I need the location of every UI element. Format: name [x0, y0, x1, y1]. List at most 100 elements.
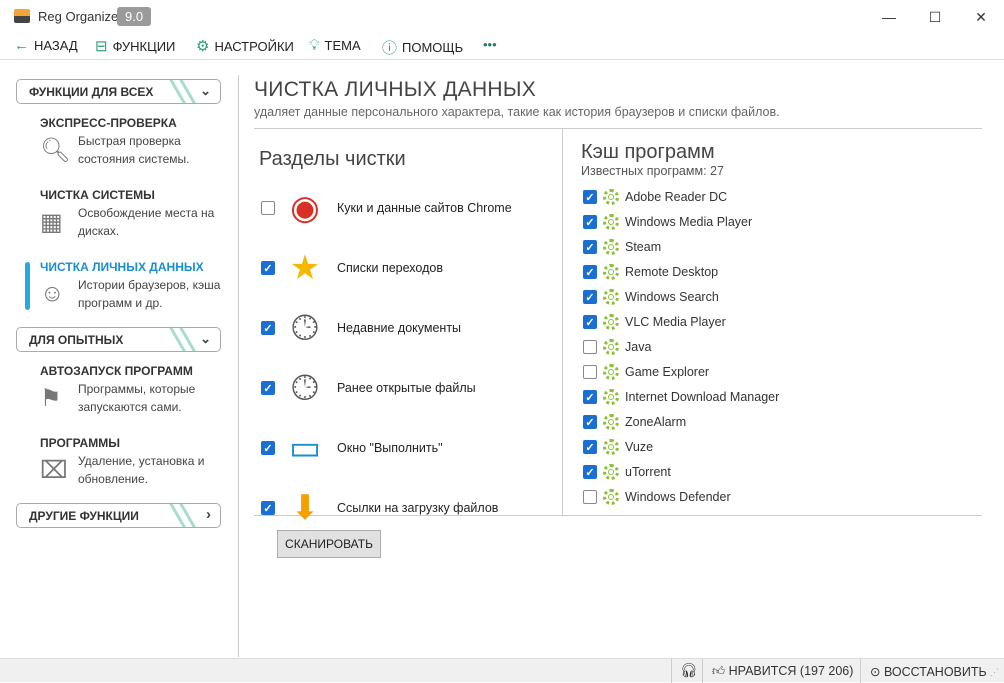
checkbox[interactable]: ✓: [583, 315, 597, 329]
checkbox[interactable]: ✓: [261, 441, 275, 455]
item-title: АВТОЗАПУСК ПРОГРАММ: [40, 364, 193, 378]
sidebar-item-autorun[interactable]: АВТОЗАПУСК ПРОГРАММ ⚑ Программы, которые…: [40, 364, 230, 416]
settings-button[interactable]: ⚙ НАСТРОЙКИ: [196, 37, 294, 55]
theme-label: ТЕМА: [324, 38, 361, 53]
more-button[interactable]: •••: [483, 37, 497, 52]
likes-label: НРАВИТСЯ (197 206): [728, 664, 854, 678]
section-item[interactable]: ✓ 🕒︎ Недавние документы: [261, 304, 561, 352]
divider: [254, 128, 982, 129]
item-desc: Истории браузеров, кэша программ и др.: [78, 278, 221, 310]
headset-support-icon[interactable]: 🎧︎: [680, 662, 698, 679]
gear-icon: ⚙: [196, 38, 210, 55]
checkbox[interactable]: [583, 490, 597, 504]
program-item[interactable]: Game Explorer: [583, 362, 709, 382]
checkbox[interactable]: [583, 365, 597, 379]
program-item[interactable]: ✓ uTorrent: [583, 462, 671, 482]
chevron-down-icon: ⌄: [200, 331, 211, 346]
checkbox[interactable]: ✓: [261, 501, 275, 515]
sidebar-item-personal-data[interactable]: ЧИСТКА ЛИЧНЫХ ДАННЫХ ☺ Истории браузеров…: [40, 260, 230, 312]
program-item[interactable]: ✓ VLC Media Player: [583, 312, 726, 332]
checkbox[interactable]: ✓: [261, 381, 275, 395]
checkbox[interactable]: ✓: [583, 290, 597, 304]
restore-button[interactable]: ⊙ ВОССТАНОВИТЬ: [870, 664, 987, 679]
checkbox[interactable]: ✓: [583, 190, 597, 204]
group-label: ФУНКЦИИ ДЛЯ ВСЕХ: [29, 85, 154, 99]
section-item[interactable]: ✓ ⬇ Ссылки на загрузку файлов: [261, 484, 561, 532]
chevron-down-icon: ⌄: [200, 83, 211, 98]
program-label: Windows Defender: [625, 490, 731, 504]
checkbox[interactable]: [583, 340, 597, 354]
magnifier-check-icon: 🔍︎: [40, 137, 71, 164]
checkbox[interactable]: ✓: [583, 215, 597, 229]
functions-button[interactable]: ⊟ ФУНКЦИИ: [95, 37, 175, 55]
program-item[interactable]: ✓ Adobe Reader DC: [583, 187, 727, 207]
group-other-functions[interactable]: ДРУГИЕ ФУНКЦИИ ›: [16, 503, 221, 528]
gear-icon: [603, 414, 619, 430]
close-button[interactable]: ✕: [958, 4, 1004, 30]
sidebar-divider: [238, 75, 239, 657]
checkbox[interactable]: ✓: [583, 465, 597, 479]
section-label: Ссылки на загрузку файлов: [337, 501, 499, 515]
back-label: НАЗАД: [34, 38, 78, 53]
minimize-button[interactable]: —: [866, 4, 912, 30]
like-button[interactable]: 👍︎ НРАВИТСЯ (197 206): [712, 664, 853, 679]
resize-grip-icon[interactable]: ⋰: [990, 667, 999, 678]
group-advanced[interactable]: ДЛЯ ОПЫТНЫХ ⌄: [16, 327, 221, 352]
checkbox[interactable]: ✓: [261, 261, 275, 275]
program-item[interactable]: ✓ Windows Media Player: [583, 212, 752, 232]
program-item[interactable]: ✓ Remote Desktop: [583, 262, 718, 282]
program-label: uTorrent: [625, 465, 671, 479]
gear-icon: [603, 364, 619, 380]
theme-button[interactable]: 💡︎ ТЕМА: [309, 37, 361, 54]
section-item[interactable]: ✓ ▭ Окно "Выполнить": [261, 424, 561, 472]
sidebar-item-system-cleanup[interactable]: ЧИСТКА СИСТЕМЫ ▦ Освобождение места на д…: [40, 188, 230, 240]
checkbox[interactable]: ✓: [583, 240, 597, 254]
arrow-left-icon: ←: [14, 37, 29, 54]
cache-title: Кэш программ: [581, 141, 715, 163]
item-title: ПРОГРАММЫ: [40, 436, 120, 450]
run-dialog-icon: ▭: [288, 429, 322, 467]
item-title: ЧИСТКА СИСТЕМЫ: [40, 188, 155, 202]
sidebar-item-express-check[interactable]: ЭКСПРЕСС-ПРОВЕРКА 🔍︎ Быстрая проверка со…: [40, 116, 230, 168]
toolbox-icon: ⊟: [95, 38, 108, 55]
program-label: Windows Search: [625, 290, 719, 304]
item-desc: Удаление, установка и обновление.: [78, 454, 205, 486]
lightbulb-icon: 💡︎: [309, 37, 320, 54]
program-item[interactable]: ✓ ZoneAlarm: [583, 412, 686, 432]
checkbox[interactable]: ✓: [261, 321, 275, 335]
section-label: Недавние документы: [337, 321, 462, 335]
program-label: Java: [625, 340, 652, 354]
program-item[interactable]: ✓ Steam: [583, 237, 661, 257]
item-title: ЧИСТКА ЛИЧНЫХ ДАННЫХ: [40, 260, 204, 274]
section-item[interactable]: ◉ Куки и данные сайтов Chrome: [261, 184, 561, 232]
separator: [671, 659, 672, 683]
checkbox[interactable]: ✓: [583, 415, 597, 429]
item-desc: Программы, которые запускаются сами.: [78, 382, 196, 414]
checkbox[interactable]: ✓: [583, 390, 597, 404]
program-item[interactable]: ✓ Vuze: [583, 437, 653, 457]
back-button[interactable]: ← НАЗАД: [14, 37, 78, 54]
checkbox[interactable]: ✓: [583, 265, 597, 279]
section-item[interactable]: ✓ ★ Списки переходов: [261, 244, 561, 292]
program-item[interactable]: ✓ Windows Search: [583, 287, 719, 307]
sidebar-item-programs[interactable]: ПРОГРАММЫ ⌧ Удаление, установка и обновл…: [40, 436, 230, 488]
checkbox[interactable]: [261, 201, 275, 215]
group-functions-for-all[interactable]: ФУНКЦИИ ДЛЯ ВСЕХ ⌄: [16, 79, 221, 104]
separator: [860, 659, 861, 683]
checkbox[interactable]: ✓: [583, 440, 597, 454]
toolbar: ← НАЗАД ⊟ ФУНКЦИИ ⚙ НАСТРОЙКИ 💡︎ ТЕМА ⓘ ПОМОЩ…: [0, 32, 1004, 60]
scan-button[interactable]: СКАНИРОВАТЬ: [277, 530, 381, 558]
program-item[interactable]: ✓ Internet Download Manager: [583, 387, 779, 407]
section-item[interactable]: ✓ 🕒︎ Ранее открытые файлы: [261, 364, 561, 412]
item-desc: Быстрая проверка состояния системы.: [78, 134, 190, 166]
box-trash-icon: ⌧: [40, 457, 68, 484]
maximize-button[interactable]: ☐: [912, 4, 958, 30]
help-button[interactable]: ⓘ ПОМОЩЬ: [382, 37, 463, 58]
program-item[interactable]: Windows Defender: [583, 487, 731, 507]
help-icon: ⓘ: [382, 40, 398, 57]
program-item[interactable]: Java: [583, 337, 651, 357]
item-desc: Освобождение места на дисках.: [78, 206, 215, 238]
program-label: Remote Desktop: [625, 265, 719, 279]
section-label: Окно "Выполнить": [337, 441, 443, 455]
recent-documents-icon: 🕒︎: [291, 308, 319, 347]
